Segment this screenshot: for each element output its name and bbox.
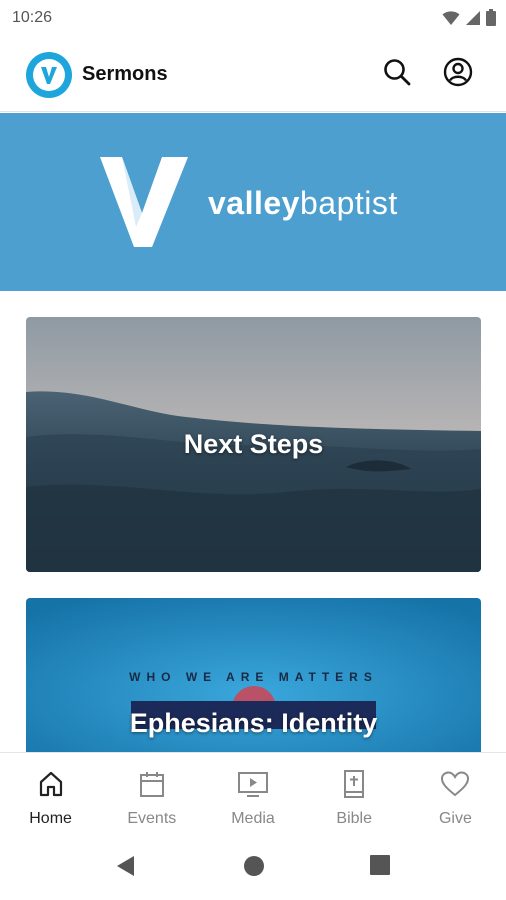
nav-label-home: Home <box>29 810 72 827</box>
back-icon[interactable] <box>114 854 136 883</box>
app-bar: Sermons <box>0 36 506 112</box>
valley-logo-icon <box>26 52 72 98</box>
wifi-icon <box>442 10 460 26</box>
nav-item-media[interactable]: Media <box>202 753 303 832</box>
status-bar: 10:26 <box>0 0 506 36</box>
brand-wordmark: valleybaptist <box>208 185 398 222</box>
home-icon <box>35 768 67 800</box>
media-icon <box>237 768 269 800</box>
calendar-icon <box>136 768 168 800</box>
account-icon <box>442 56 474 93</box>
nav-item-bible[interactable]: Bible <box>304 753 405 832</box>
signal-icon <box>465 10 481 26</box>
system-navigation-bar <box>0 832 506 900</box>
church-banner: valleybaptist <box>0 113 506 291</box>
brand-part-2: baptist <box>299 185 398 221</box>
status-icons <box>442 9 496 26</box>
account-button[interactable] <box>441 57 475 91</box>
nav-label-bible: Bible <box>336 810 372 827</box>
heart-icon <box>439 768 471 800</box>
series-tagline: WHO WE ARE MATTERS <box>129 670 378 684</box>
nav-item-home[interactable]: Home <box>0 753 101 832</box>
brand-part-1: valley <box>208 185 300 221</box>
nav-label-media: Media <box>231 810 275 827</box>
card-title: Next Steps <box>183 429 324 459</box>
nav-item-events[interactable]: Events <box>101 753 202 832</box>
recents-icon[interactable] <box>369 854 391 881</box>
bible-icon <box>338 768 370 800</box>
nav-label-give: Give <box>438 810 472 827</box>
bottom-navigation: Home Events Media Bible Give <box>0 752 506 832</box>
search-icon <box>382 57 412 92</box>
nav-label-events: Events <box>127 810 177 827</box>
sermon-card-next-steps[interactable]: Next Steps <box>26 317 481 572</box>
sermon-card-ephesians[interactable]: WHO WE ARE MATTERS Ephesians: Identity <box>26 598 481 758</box>
battery-icon <box>486 9 496 26</box>
status-time: 10:26 <box>12 9 53 26</box>
page-title: Sermons <box>82 63 168 85</box>
card-title: Ephesians: Identity <box>129 708 378 738</box>
valley-mark-icon <box>100 157 188 247</box>
home-circle-icon[interactable] <box>242 854 266 883</box>
search-button[interactable] <box>380 57 414 91</box>
nav-item-give[interactable]: Give <box>405 753 506 832</box>
